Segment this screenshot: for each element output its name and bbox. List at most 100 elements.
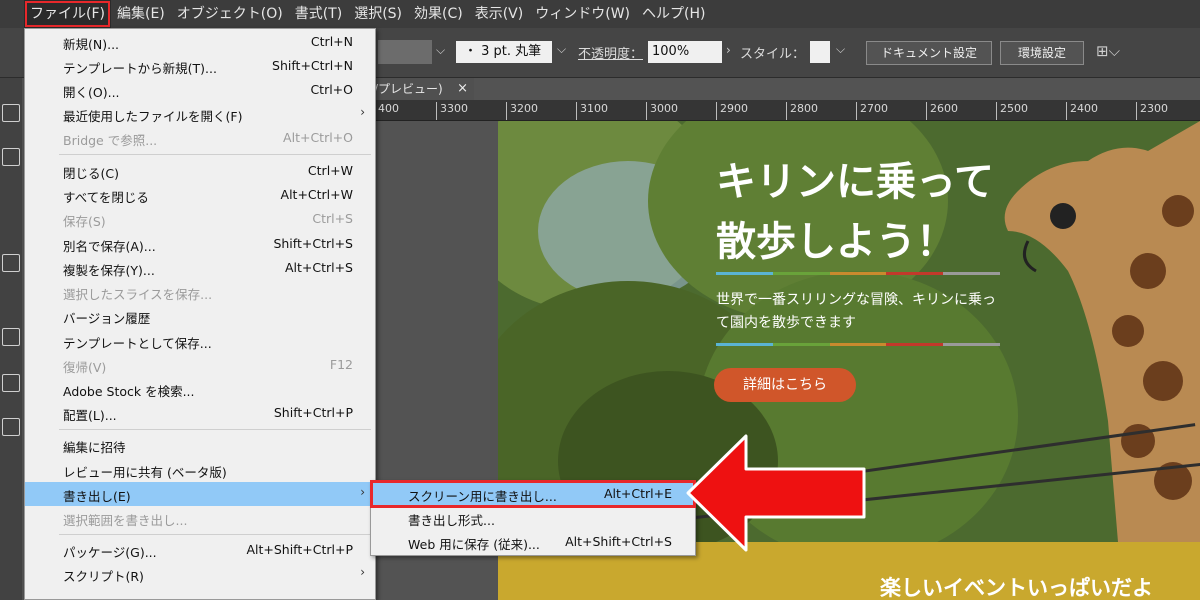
ruler-tick: 2600: [926, 102, 958, 120]
submenu-item-save-for-web[interactable]: Web 用に保存 (従来)... Alt+Shift+Ctrl+S: [372, 530, 694, 554]
menu-item-save[interactable]: 保存(S) Ctrl+S: [25, 207, 375, 231]
menu-item-open[interactable]: 開く(O)... Ctrl+O: [25, 78, 375, 102]
menu-item-share-for-review[interactable]: レビュー用に共有 (ベータ版): [25, 458, 375, 482]
chart-tool-icon[interactable]: [2, 374, 20, 392]
document-settings-button[interactable]: ドキュメント設定: [866, 41, 992, 65]
submenu-arrow-icon: ›: [360, 565, 365, 579]
opacity-input[interactable]: 100%: [648, 41, 722, 63]
document-tab[interactable]: /プレビュー) ×: [374, 78, 474, 100]
menu-item-label: パッケージ(G)...: [63, 545, 157, 560]
events-heading[interactable]: 楽しいイベントいっぱいだよ: [880, 572, 1153, 600]
file-menu: 新規(N)... Ctrl+N テンプレートから新規(T)... Shift+C…: [24, 28, 376, 600]
menu-item-label: 復帰(V): [63, 360, 107, 375]
menu-object[interactable]: オブジェクト(O): [171, 0, 289, 28]
menu-item-shortcut: Ctrl+N: [310, 34, 353, 49]
ruler-tick: 3000: [646, 102, 678, 120]
menu-item-shortcut: Ctrl+W: [307, 163, 353, 178]
submenu-item-export-as[interactable]: 書き出し形式...: [372, 506, 694, 530]
submenu-item-export-for-screens[interactable]: スクリーン用に書き出し... Alt+Ctrl+E: [370, 480, 696, 508]
menu-help[interactable]: ヘルプ(H): [636, 0, 711, 28]
chevron-down-icon[interactable]: ⌵: [436, 43, 445, 58]
menu-item-label: すべてを閉じる: [63, 190, 149, 205]
arrange-icon[interactable]: ⊞⌵: [1096, 42, 1120, 60]
menu-item-revert[interactable]: 復帰(V) F12: [25, 353, 375, 377]
giraffe-image: [1004, 121, 1200, 542]
menu-item-version-history[interactable]: バージョン履歴: [25, 304, 375, 328]
ruler-tick: 2500: [996, 102, 1028, 120]
menu-item-shortcut: Alt+Shift+Ctrl+P: [246, 542, 353, 557]
selection-tool-icon[interactable]: [2, 104, 20, 122]
menu-item-browse-bridge[interactable]: Bridge で参照... Alt+Ctrl+O: [25, 126, 375, 150]
stroke-color-field[interactable]: [378, 40, 432, 64]
menu-separator: [59, 154, 371, 155]
type-tool-icon[interactable]: [2, 148, 20, 166]
menu-item-label: バージョン履歴: [63, 311, 151, 326]
chevron-down-icon[interactable]: ⌵: [557, 42, 566, 57]
title-stripe: [716, 272, 1000, 275]
ruler-tick: 3300: [436, 102, 468, 120]
style-swatch[interactable]: [810, 41, 830, 63]
ruler-tick: 3100: [576, 102, 608, 120]
menu-item-save-as-template[interactable]: テンプレートとして保存...: [25, 329, 375, 353]
symbol-tool-icon[interactable]: [2, 418, 20, 436]
menu-item-close-all[interactable]: すべてを閉じる Alt+Ctrl+W: [25, 183, 375, 207]
menu-item-export[interactable]: 書き出し(E) ›: [25, 482, 375, 506]
ruler-tick: 2800: [786, 102, 818, 120]
horizontal-ruler: 400 3300 3200 3100 3000 2900 2800 2700 2…: [374, 100, 1200, 121]
link-tool-icon[interactable]: [2, 254, 20, 272]
transform-tool-icon[interactable]: [2, 328, 20, 346]
menubar: ファイル(F) 編集(E) オブジェクト(O) 書式(T) 選択(S) 効果(C…: [0, 0, 1200, 28]
ruler-tick: 400: [374, 102, 399, 120]
menu-item-invite-to-edit[interactable]: 編集に招待: [25, 433, 375, 457]
menu-item-label: 選択したスライスを保存...: [63, 287, 213, 302]
chevron-right-icon[interactable]: ›: [726, 43, 731, 57]
menu-item-label: 複製を保存(Y)...: [63, 263, 155, 278]
ruler-tick: 2900: [716, 102, 748, 120]
tools-panel: [0, 78, 22, 600]
menu-effect[interactable]: 効果(C): [408, 0, 469, 28]
menu-item-label: 編集に招待: [63, 440, 126, 455]
menu-item-shortcut: Alt+Ctrl+O: [283, 130, 353, 145]
hero-title[interactable]: キリンに乗って 散歩しよう！: [716, 152, 994, 272]
menu-item-label: 選択範囲を書き出し...: [63, 513, 188, 528]
menu-item-label: 最近使用したファイルを開く(F): [63, 109, 243, 124]
opacity-label[interactable]: 不透明度：: [578, 43, 643, 62]
menu-item-shortcut: Alt+Ctrl+W: [280, 187, 353, 202]
menu-item-label: Bridge で参照...: [63, 133, 158, 148]
menu-item-package[interactable]: パッケージ(G)... Alt+Shift+Ctrl+P: [25, 538, 375, 562]
menu-item-open-recent[interactable]: 最近使用したファイルを開く(F) ›: [25, 102, 375, 126]
preferences-button[interactable]: 環境設定: [1000, 41, 1084, 65]
menu-select[interactable]: 選択(S): [348, 0, 408, 28]
menu-item-shortcut: Shift+Ctrl+N: [272, 58, 353, 73]
menu-item-label: 別名で保存(A)...: [63, 239, 156, 254]
menu-item-save-copy[interactable]: 複製を保存(Y)... Alt+Ctrl+S: [25, 256, 375, 280]
ruler-tick: 3200: [506, 102, 538, 120]
menu-item-label: 書き出し(E): [63, 489, 131, 504]
brush-definition-field[interactable]: ・ 3 pt. 丸筆: [456, 41, 552, 63]
menu-separator: [59, 429, 371, 430]
ruler-tick: 2300: [1136, 102, 1168, 120]
menu-item-label: スクリプト(R): [63, 569, 144, 584]
menu-window[interactable]: ウィンドウ(W): [529, 0, 636, 28]
menu-view[interactable]: 表示(V): [469, 0, 530, 28]
menu-item-shortcut: Shift+Ctrl+S: [273, 236, 353, 251]
hero-subtitle[interactable]: 世界で一番スリリングな冒険、キリンに乗って園内を散歩できます: [716, 289, 1006, 335]
menu-item-search-adobe-stock[interactable]: Adobe Stock を検索...: [25, 377, 375, 401]
menu-item-new[interactable]: 新規(N)... Ctrl+N: [25, 30, 375, 54]
menu-item-scripts[interactable]: スクリプト(R) ›: [25, 562, 375, 586]
menu-file[interactable]: ファイル(F): [24, 0, 111, 28]
menu-item-save-as[interactable]: 別名で保存(A)... Shift+Ctrl+S: [25, 232, 375, 256]
menu-item-export-selection[interactable]: 選択範囲を書き出し...: [25, 506, 375, 530]
menu-item-label: テンプレートとして保存...: [63, 336, 212, 351]
document-tab-title: /プレビュー): [374, 82, 443, 96]
menu-item-new-from-template[interactable]: テンプレートから新規(T)... Shift+Ctrl+N: [25, 54, 375, 78]
menu-item-close[interactable]: 閉じる(C) Ctrl+W: [25, 159, 375, 183]
close-icon[interactable]: ×: [457, 78, 468, 100]
menu-item-shortcut: F12: [329, 357, 353, 372]
menu-type[interactable]: 書式(T): [289, 0, 348, 28]
menu-item-place[interactable]: 配置(L)... Shift+Ctrl+P: [25, 401, 375, 425]
details-button[interactable]: 詳細はこちら: [714, 368, 856, 402]
menu-edit[interactable]: 編集(E): [111, 0, 171, 28]
chevron-down-icon[interactable]: ⌵: [836, 42, 845, 57]
menu-item-save-slices[interactable]: 選択したスライスを保存...: [25, 280, 375, 304]
